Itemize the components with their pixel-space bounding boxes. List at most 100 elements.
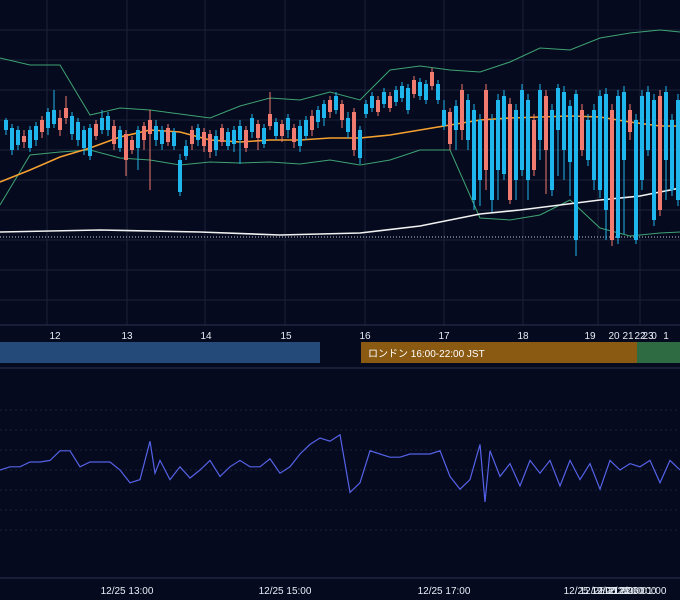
candle-body <box>298 126 302 146</box>
x-tick-label-bottom: 12/26 01:00 <box>614 586 667 597</box>
candle <box>88 124 92 160</box>
candle-body <box>46 112 50 128</box>
candle-body <box>340 104 344 120</box>
candle-body <box>196 128 200 140</box>
candle-body <box>628 110 632 132</box>
candle-body <box>604 94 608 210</box>
candle-body <box>664 92 668 160</box>
candle <box>520 84 524 176</box>
candle <box>634 114 638 244</box>
candle-body <box>676 100 680 200</box>
session-label: ロンドン 16:00-22:00 JST <box>368 349 485 360</box>
x-tick-label: 19 <box>584 331 596 342</box>
candle-body <box>436 84 440 100</box>
candle-body <box>526 100 530 180</box>
candle-body <box>364 104 368 114</box>
candle <box>670 114 674 196</box>
candle-body <box>592 110 596 180</box>
x-tick-label: 0 <box>651 331 657 342</box>
candle-body <box>388 96 392 108</box>
candle-body <box>304 120 308 136</box>
candle-body <box>136 130 140 148</box>
candle-body <box>310 116 314 130</box>
candle-body <box>610 110 614 240</box>
candle-body <box>172 132 176 146</box>
candle-body <box>64 108 68 118</box>
candle-body <box>322 104 326 118</box>
candle-body <box>568 106 572 162</box>
candle-body <box>514 110 518 180</box>
candle <box>652 94 656 226</box>
candle-body <box>178 160 182 192</box>
candle-body <box>562 92 566 150</box>
candle-body <box>496 100 500 170</box>
candle-body <box>586 120 590 160</box>
candle-body <box>106 116 110 130</box>
candle-body <box>580 110 584 150</box>
candle <box>550 104 554 196</box>
candle-body <box>100 118 104 130</box>
candle-body <box>448 112 452 144</box>
candle-body <box>544 96 548 150</box>
x-tick-label: 21 <box>622 331 634 342</box>
candle-body <box>40 120 44 132</box>
candle-body <box>442 110 446 126</box>
x-tick-label-bottom: 12/25 15:00 <box>259 586 312 597</box>
candle-body <box>88 128 92 156</box>
candle-body <box>4 120 8 130</box>
candle-body <box>316 110 320 122</box>
candle-body <box>82 130 86 148</box>
candle-body <box>508 104 512 200</box>
candle-body <box>190 130 194 144</box>
candle-body <box>652 100 656 220</box>
candle-body <box>550 110 554 190</box>
candle-body <box>460 90 464 130</box>
candle-body <box>484 90 488 170</box>
candle-body <box>490 120 494 200</box>
candle-body <box>424 84 428 100</box>
candle-body <box>472 110 476 200</box>
candle-body <box>226 132 230 146</box>
candle-body <box>130 140 134 150</box>
x-tick-label: 14 <box>200 331 212 342</box>
candle-body <box>112 126 116 144</box>
candle-body <box>520 90 524 170</box>
session-block <box>637 342 680 363</box>
candle-body <box>274 122 278 136</box>
candle-body <box>328 100 332 112</box>
candle-body <box>556 88 560 130</box>
candle <box>490 114 494 212</box>
candle-body <box>466 100 470 140</box>
chart-canvas[interactable]: 12 13 14 15 16 17 18 19 20 21 22230 1 ロンドン 16:00-22… <box>0 0 680 600</box>
candle-body <box>220 128 224 142</box>
candle-body <box>412 80 416 94</box>
candle-body <box>622 92 626 160</box>
candle <box>532 114 536 176</box>
x-tick-label: 18 <box>517 331 529 342</box>
x-tick-label: 15 <box>280 331 292 342</box>
candle-body <box>616 96 620 238</box>
candle <box>640 90 644 190</box>
candle-body <box>670 120 674 190</box>
candle-body <box>334 96 338 110</box>
candle-body <box>538 90 542 140</box>
candle-body <box>28 130 32 148</box>
candle-body <box>646 92 650 150</box>
x-tick-label: 20 <box>608 331 620 342</box>
candle-body <box>598 96 602 190</box>
candle-body <box>634 120 638 240</box>
candle-body <box>256 124 260 138</box>
candle-body <box>430 72 434 86</box>
candle-body <box>346 118 350 132</box>
candle-body <box>238 126 242 140</box>
candle-body <box>418 82 422 96</box>
candle <box>592 104 596 190</box>
candle-body <box>286 118 290 130</box>
candle-body <box>358 130 362 158</box>
candle-body <box>10 128 14 150</box>
candle <box>508 98 512 204</box>
candle <box>646 86 650 156</box>
candle <box>472 104 476 210</box>
candle-body <box>202 132 206 146</box>
candle-body <box>640 96 644 180</box>
